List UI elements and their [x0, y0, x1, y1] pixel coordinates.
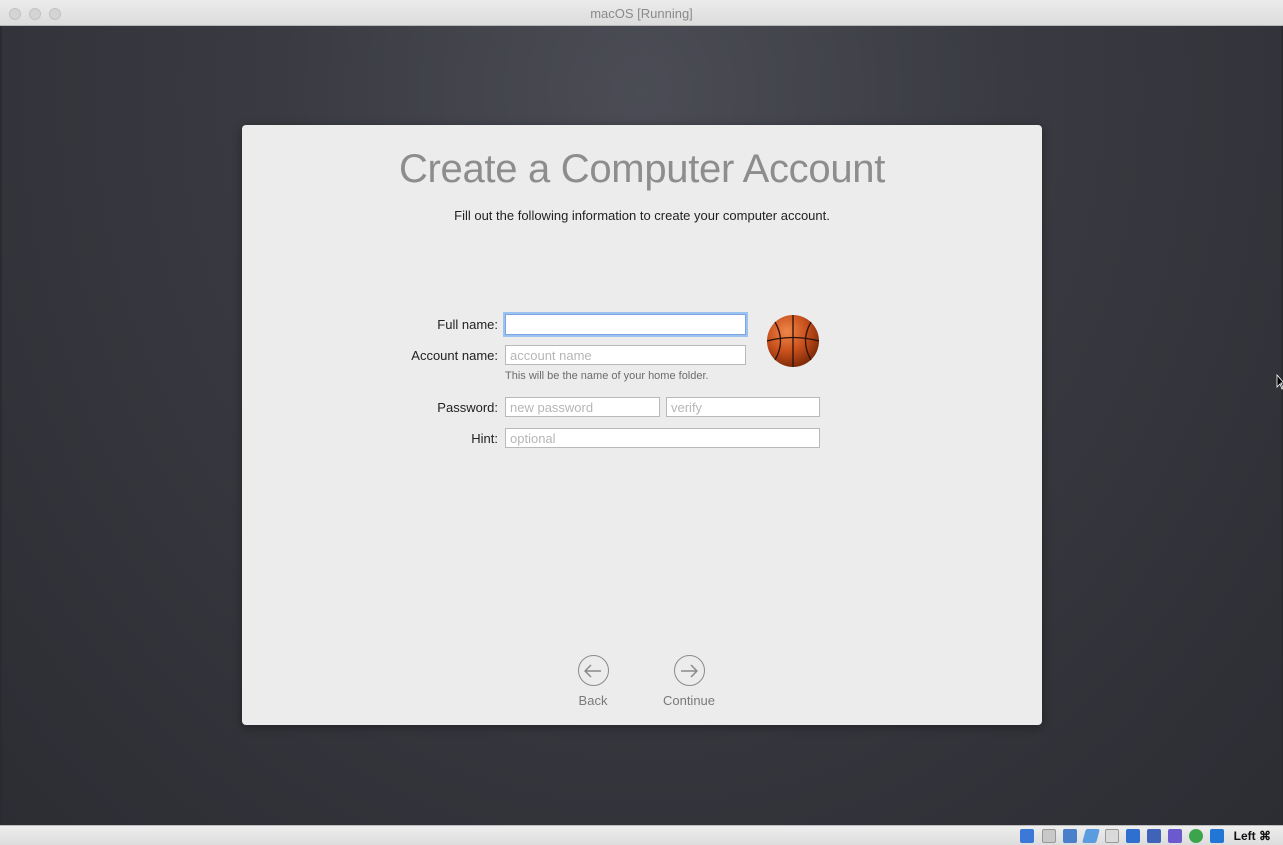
password-label: Password: [437, 400, 498, 415]
arrow-left-icon [577, 655, 609, 686]
hint-input[interactable] [505, 428, 820, 448]
vm-statusbar: Left ⌘ [0, 825, 1283, 845]
page-subtitle: Fill out the following information to cr… [454, 208, 830, 223]
hint-label: Hint: [471, 431, 498, 446]
full-name-label: Full name: [437, 317, 498, 332]
account-name-input[interactable] [505, 345, 746, 365]
new-password-input[interactable] [505, 397, 660, 417]
arrow-right-icon [673, 655, 705, 686]
setup-assistant-panel: Create a Computer Account Fill out the f… [242, 125, 1042, 725]
mouse-cursor-icon [1276, 374, 1283, 390]
page-title: Create a Computer Account [398, 147, 886, 191]
network-activity-icon[interactable] [1189, 829, 1203, 843]
continue-button[interactable]: Continue [644, 655, 734, 708]
display-icon[interactable] [1126, 829, 1140, 843]
account-name-helper: This will be the name of your home folde… [505, 370, 709, 382]
account-name-label: Account name: [411, 348, 498, 363]
continue-label: Continue [662, 693, 716, 708]
verify-password-input[interactable] [666, 397, 820, 417]
window-title: macOS [Running] [590, 6, 693, 21]
full-name-input[interactable] [505, 314, 746, 335]
vm-icon[interactable] [1168, 829, 1182, 843]
basketball-icon[interactable] [766, 314, 820, 368]
window-titlebar: macOS [Running] [0, 0, 1283, 26]
back-button[interactable]: Back [548, 655, 638, 708]
usb-icon[interactable] [1082, 829, 1100, 843]
host-key-indicator[interactable]: Left ⌘ [1234, 829, 1271, 843]
download-icon[interactable] [1210, 829, 1224, 843]
shared-folder-icon[interactable] [1105, 829, 1119, 843]
screen-capture-icon[interactable] [1147, 829, 1161, 843]
network-icon[interactable] [1063, 829, 1077, 843]
back-label: Back [578, 693, 608, 708]
optical-drive-icon[interactable] [1042, 829, 1056, 843]
hard-disk-icon[interactable] [1020, 829, 1034, 843]
